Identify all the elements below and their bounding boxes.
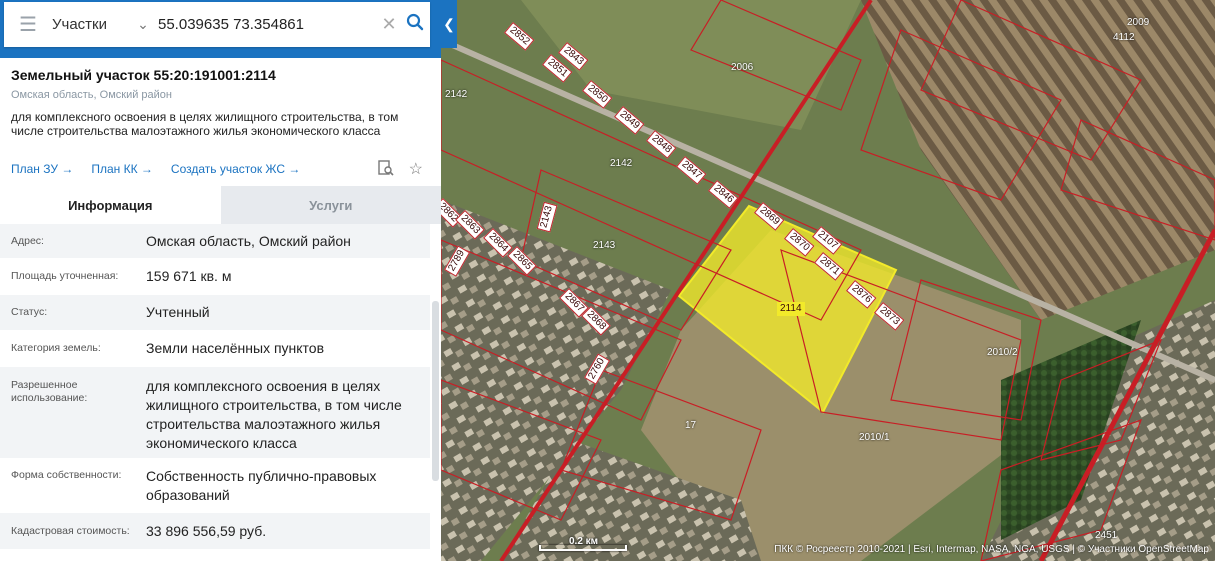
parcel-label[interactable]: 2010/1	[859, 432, 890, 444]
search-document-icon-svg	[377, 160, 394, 176]
parcel-label[interactable]: 2009	[1127, 17, 1149, 29]
map-attribution[interactable]: ПКК © Росреестр 2010-2021 | Esri, Interm…	[774, 544, 1215, 555]
row-label: Разрешенное использование:	[11, 379, 88, 404]
row-label: Категория земель:	[11, 342, 101, 354]
row-value: Собственность публично-правовых образова…	[146, 468, 377, 503]
parcel-label[interactable]: 2142	[445, 89, 467, 101]
map-canvas[interactable]	[441, 0, 1215, 561]
parcel-label[interactable]: 17	[685, 420, 696, 432]
clear-icon[interactable]: ✕	[378, 14, 400, 35]
parcel-info-table: Адрес: Омская область, Омский район Площ…	[0, 224, 430, 550]
parcel-label[interactable]: 4112	[1113, 32, 1135, 44]
plan-kk-link[interactable]: План КК →	[91, 162, 153, 176]
panel-scrollbar[interactable]	[432, 301, 439, 481]
parcel-label-selected[interactable]: 2114	[777, 302, 805, 316]
parcel-region: Омская область, Омский район	[11, 89, 172, 101]
row-value: Омская область, Омский район	[146, 232, 351, 249]
parcel-purpose: для комплексного освоения в целях жилищн…	[11, 110, 399, 138]
row-label: Площадь уточненная:	[11, 270, 119, 282]
row-label: Кадастровая стоимость:	[11, 524, 130, 537]
info-row-ownership: Форма собственности: Собственность публи…	[0, 459, 430, 513]
parcel-label[interactable]: 2142	[610, 158, 632, 170]
cadastral-map[interactable]: 2006 2009 4112 2142 2142 2143 2143 2114 …	[441, 0, 1215, 561]
search-icon-svg	[406, 13, 424, 31]
chevron-down-icon[interactable]: ⌄	[132, 16, 154, 33]
info-row-address: Адрес: Омская область, Омский район	[0, 224, 430, 259]
search-input[interactable]	[154, 15, 378, 34]
row-label: Адрес:	[11, 234, 44, 247]
info-row-permitted-use: Разрешенное использование: для комплексн…	[0, 367, 430, 459]
search-bar: ☰ Участки ⌄ ✕	[0, 0, 441, 58]
parcel-tools: ☆	[377, 159, 423, 182]
scale-label: 0.2 км	[569, 536, 599, 547]
panel-tabs: Информация Услуги	[0, 186, 441, 224]
row-value: Земли населённых пунктов	[146, 340, 325, 356]
menu-icon[interactable]: ☰	[4, 2, 52, 47]
parcel-info-panel: Земельный участок 55:20:191001:2114 Омск…	[0, 58, 441, 561]
parcel-label[interactable]: 2006	[731, 62, 753, 74]
parcel-label[interactable]: 2143	[593, 240, 615, 252]
row-value: 33 896 556,59 руб.	[146, 522, 267, 539]
create-parcel-link[interactable]: Создать участок ЖС →	[171, 162, 300, 176]
parcel-label[interactable]: 2451	[1095, 530, 1117, 542]
search-type-select[interactable]: Участки	[52, 16, 132, 33]
parcel-label[interactable]: 2010/2	[987, 347, 1018, 359]
chevron-left-icon: ❮	[443, 15, 455, 32]
info-row-area: Площадь уточненная: 159 671 кв. м	[0, 259, 430, 295]
info-row-status: Статус: Учтенный	[0, 295, 430, 331]
collapse-panel-button[interactable]: ❮	[441, 0, 457, 48]
row-value: 159 671 кв. м	[146, 268, 232, 284]
tab-information[interactable]: Информация	[0, 186, 221, 224]
plan-zu-link[interactable]: План ЗУ →	[11, 162, 73, 176]
star-icon[interactable]: ☆	[409, 159, 423, 182]
tab-services[interactable]: Услуги	[220, 186, 441, 224]
info-row-land-category: Категория земель: Земли населённых пункт…	[0, 331, 430, 367]
search-document-icon[interactable]	[377, 159, 395, 182]
search-box: ☰ Участки ⌄ ✕	[4, 2, 430, 47]
search-icon[interactable]	[400, 13, 430, 36]
parcel-links: План ЗУ → План КК → Создать участок ЖС →	[11, 162, 300, 176]
info-row-cadastral-value: Кадастровая стоимость: 33 896 556,59 руб…	[0, 513, 430, 550]
parcel-title: Земельный участок 55:20:191001:2114	[11, 67, 276, 83]
row-label: Форма собственности:	[11, 469, 122, 481]
row-value: Учтенный	[146, 304, 210, 320]
row-label: Статус:	[11, 306, 48, 318]
row-value: для комплексного освоения в целях жилищн…	[146, 378, 402, 451]
